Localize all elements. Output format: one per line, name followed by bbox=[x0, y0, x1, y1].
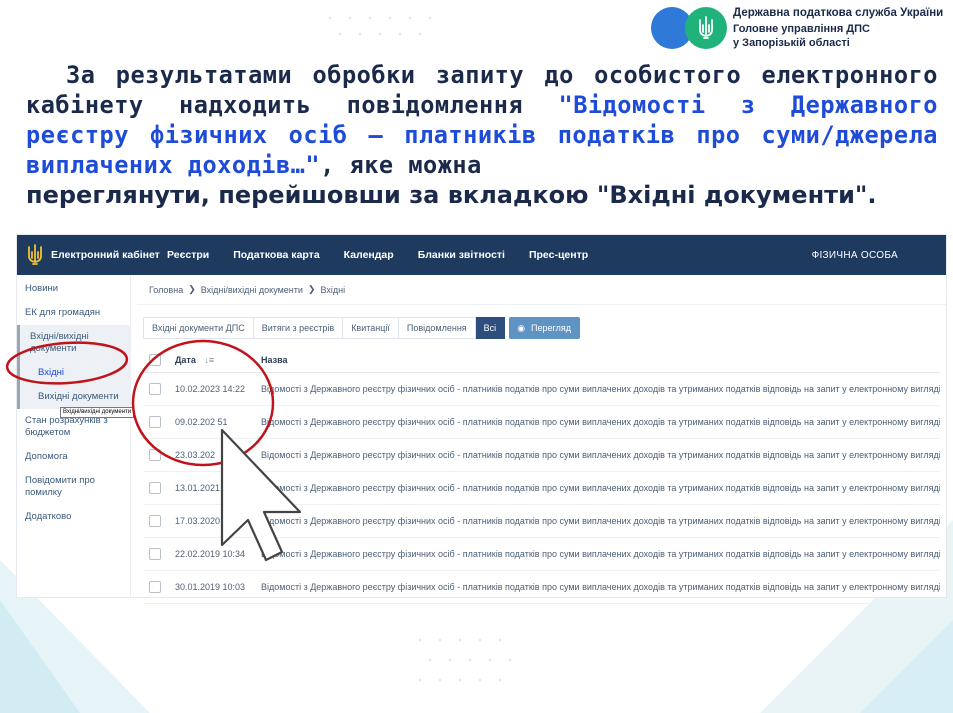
org-line-1: Державна податкова служба України bbox=[733, 7, 944, 19]
sidebar-item-report[interactable]: Повідомити про помилку bbox=[25, 469, 130, 505]
table-row[interactable]: 13.01.2021 15 Відомості з Державного реє… bbox=[143, 472, 940, 505]
cabinet-screenshot: Електронний кабінет Реєстри Податкова ка… bbox=[16, 234, 947, 604]
sidebar-item-news[interactable]: Новини bbox=[25, 275, 130, 301]
eye-icon: ◉ bbox=[517, 322, 526, 333]
table-row[interactable]: 23.03.202 Відомості з Державного реєстру… bbox=[143, 439, 940, 472]
doc-tabs: Вхідні документи ДПС Витяги з реєстрів К… bbox=[143, 317, 580, 339]
brand-label: Електронний кабінет bbox=[51, 249, 160, 261]
row-name[interactable]: Відомості з Державного реєстру фізичних … bbox=[261, 582, 940, 592]
row-date: 30.01.2019 10:03 bbox=[175, 582, 246, 592]
row-name[interactable]: Відомості з Державного реєстру фізичних … bbox=[261, 384, 940, 394]
row-name[interactable]: Відомості з Державного реєстру фізичних … bbox=[261, 483, 940, 493]
row-checkbox[interactable] bbox=[149, 449, 161, 461]
tab-all[interactable]: Всі bbox=[475, 317, 506, 339]
col-date-label: Дата bbox=[175, 354, 196, 365]
nav-registers[interactable]: Реєстри bbox=[167, 249, 209, 261]
table-row[interactable]: 09.02.202 51 Відомості з Державного реєс… bbox=[143, 406, 940, 439]
row-name[interactable]: Відомості з Державного реєстру фізичних … bbox=[261, 516, 940, 526]
logo-green-circle bbox=[685, 7, 727, 49]
breadcrumb: Головна ❯ Вхідні/вихідні документи ❯ Вхі… bbox=[137, 275, 946, 305]
nav-brand[interactable]: Електронний кабінет bbox=[17, 244, 167, 266]
row-checkbox[interactable] bbox=[149, 548, 161, 560]
col-name-header: Назва bbox=[261, 354, 288, 365]
row-checkbox[interactable] bbox=[149, 383, 161, 395]
tab-dps-docs[interactable]: Вхідні документи ДПС bbox=[143, 317, 254, 339]
tab-receipts[interactable]: Квитанції bbox=[343, 317, 399, 339]
main-content: Головна ❯ Вхідні/вихідні документи ❯ Вхі… bbox=[137, 275, 946, 604]
user-role[interactable]: ФІЗИЧНА ОСОБА bbox=[812, 250, 898, 261]
select-all-checkbox[interactable] bbox=[149, 353, 161, 366]
view-button-label: Перегляд bbox=[531, 323, 571, 333]
sidebar-tooltip: Вхідні/вихідні документи bbox=[60, 407, 135, 418]
intro-text: За результатами обробки запиту до особис… bbox=[26, 60, 938, 210]
sort-icon: ↓≡ bbox=[204, 354, 215, 365]
row-checkbox[interactable] bbox=[149, 416, 161, 428]
breadcrumb-docs[interactable]: Вхідні/вихідні документи bbox=[201, 285, 303, 295]
row-name[interactable]: Відомості з Державного реєстру фізичних … bbox=[261, 417, 940, 427]
nav-tax-map[interactable]: Податкова карта bbox=[233, 249, 319, 261]
tab-messages[interactable]: Повідомлення bbox=[398, 317, 476, 339]
sidebar-item-help[interactable]: Допомога bbox=[25, 445, 130, 469]
nav-forms[interactable]: Бланки звітності bbox=[418, 249, 505, 261]
nav-calendar[interactable]: Календар bbox=[344, 249, 394, 261]
sidebar-item-docs[interactable]: Вхідні/вихідні документи bbox=[17, 325, 130, 361]
sidebar-item-extra[interactable]: Додатково bbox=[25, 505, 130, 529]
intro-part-2: , яке можна bbox=[320, 151, 482, 179]
chevron-right-icon: ❯ bbox=[307, 284, 316, 294]
top-navbar: Електронний кабінет Реєстри Податкова ка… bbox=[17, 235, 946, 275]
view-button[interactable]: ◉ Перегляд bbox=[509, 317, 580, 339]
table-row[interactable]: 22.02.2019 10:34 Відомості з Державного … bbox=[143, 538, 940, 571]
chevron-right-icon: ❯ bbox=[188, 284, 196, 294]
org-name: Державна податкова служба України Головн… bbox=[733, 6, 943, 50]
logo-circles bbox=[651, 7, 727, 49]
row-checkbox[interactable] bbox=[149, 482, 161, 494]
nav-press[interactable]: Прес-центр bbox=[529, 249, 588, 261]
dps-logo: Державна податкова служба України Головн… bbox=[651, 6, 943, 50]
row-checkbox[interactable] bbox=[149, 581, 161, 593]
sidebar-item-incoming[interactable]: Вхідні bbox=[17, 361, 130, 385]
row-checkbox[interactable] bbox=[149, 515, 161, 527]
table-header: Дата ↓≡ Назва bbox=[143, 347, 940, 373]
breadcrumb-home[interactable]: Головна bbox=[149, 285, 183, 295]
trident-icon bbox=[28, 244, 42, 265]
table-row[interactable]: 30.01.2019 10:03 Відомості з Державного … bbox=[143, 571, 940, 604]
intro-part-3: переглянути, перейшовши за вкладкою "Вхі… bbox=[26, 181, 877, 209]
table-row[interactable]: 10.02.2023 14:22 Відомості з Державного … bbox=[143, 373, 940, 406]
org-line-2: Головне управління ДПС bbox=[733, 23, 870, 35]
col-date-header[interactable]: Дата ↓≡ bbox=[175, 355, 261, 365]
breadcrumb-current: Вхідні bbox=[320, 284, 346, 295]
row-date: 10.02.2023 14:22 bbox=[175, 384, 246, 394]
sidebar-item-outgoing[interactable]: Вихідні документи bbox=[17, 385, 130, 409]
tab-extracts[interactable]: Витяги з реєстрів bbox=[253, 317, 344, 339]
sidebar: Новини ЕК для громадян Вхідні/вихідні до… bbox=[17, 275, 135, 597]
row-date: 17.03.2020 13:59 bbox=[175, 516, 246, 526]
row-name[interactable]: Відомості з Державного реєстру фізичних … bbox=[261, 450, 940, 460]
row-date: 09.02.202 51 bbox=[175, 417, 228, 427]
table-row[interactable]: 17.03.2020 13:59 Відомості з Державного … bbox=[143, 505, 940, 538]
row-date: 13.01.2021 15 bbox=[175, 483, 233, 493]
sidebar-item-community[interactable]: ЕК для громадян bbox=[25, 301, 130, 325]
org-line-3: у Запорізькій області bbox=[733, 37, 850, 49]
row-date: 22.02.2019 10:34 bbox=[175, 549, 246, 559]
trident-icon bbox=[699, 16, 713, 39]
row-name[interactable]: Відомості з Державного реєстру фізичних … bbox=[261, 549, 940, 559]
documents-table: Дата ↓≡ Назва 10.02.2023 14:22 Відомості… bbox=[143, 347, 940, 604]
row-date: 23.03.202 bbox=[175, 450, 216, 460]
